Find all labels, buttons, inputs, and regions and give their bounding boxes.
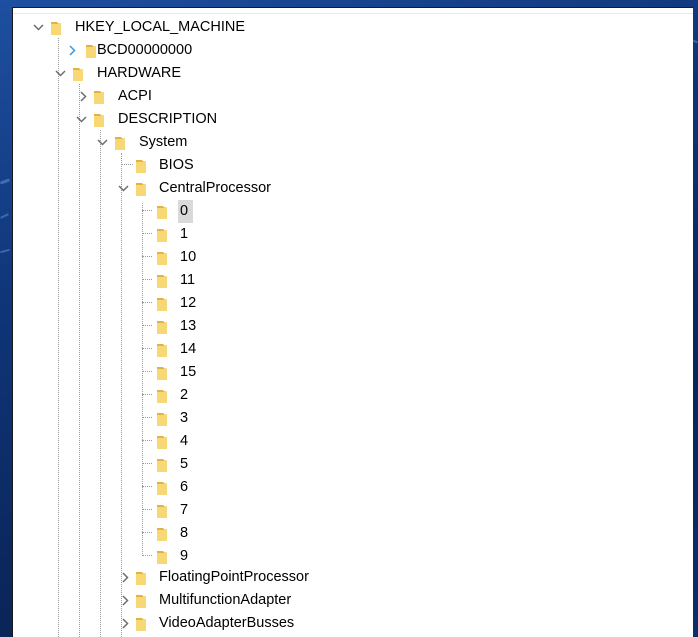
folder-icon xyxy=(157,342,173,357)
folder-icon xyxy=(157,434,173,449)
tree-node-label: 4 xyxy=(180,433,189,449)
expand-chevron-down-icon[interactable] xyxy=(31,16,45,39)
tree-node-videoadapterbusses[interactable]: VideoAdapterBusses xyxy=(13,612,693,635)
tree-node-cpu-key[interactable]: 4 xyxy=(13,430,693,453)
folder-icon xyxy=(157,549,173,564)
tree-node-cpu-key[interactable]: 2 xyxy=(13,384,693,407)
expand-chevron-right-icon[interactable] xyxy=(65,39,79,62)
registry-editor-window: HKEY_LOCAL_MACHINE BCD00000000 HARDWARE xyxy=(12,7,693,637)
tree-node-label: System xyxy=(139,134,188,150)
tree-node-label: ACPI xyxy=(118,88,152,104)
folder-icon xyxy=(94,112,110,127)
tree-node-label: 8 xyxy=(180,525,189,541)
tree-node-bios[interactable]: BIOS xyxy=(13,154,693,177)
tree-node-label: 15 xyxy=(180,364,197,380)
folder-icon xyxy=(157,296,173,311)
tree-node-label: 7 xyxy=(180,502,189,518)
folder-icon xyxy=(157,503,173,518)
tree-node-cpu-key[interactable]: 9 xyxy=(13,545,693,568)
registry-tree-view[interactable]: HKEY_LOCAL_MACHINE BCD00000000 HARDWARE xyxy=(13,8,693,637)
folder-icon xyxy=(157,388,173,403)
tree-node-label: BIOS xyxy=(159,157,194,173)
tree-node-label: 5 xyxy=(180,456,189,472)
expand-chevron-right-icon[interactable] xyxy=(118,566,132,589)
tree-node-cpu-key[interactable]: 11 xyxy=(13,269,693,292)
folder-icon xyxy=(157,319,173,334)
tree-node-floatingpointprocessor[interactable]: FloatingPointProcessor xyxy=(13,566,693,589)
tree-node-cpu-key[interactable]: 5 xyxy=(13,453,693,476)
tree-node-label: FloatingPointProcessor xyxy=(159,569,309,585)
wallpaper-streak xyxy=(0,178,11,185)
tree-node-label: 13 xyxy=(180,318,197,334)
wallpaper-streak xyxy=(0,213,10,219)
folder-icon xyxy=(136,593,152,608)
tree-node-cpu-key[interactable]: 3 xyxy=(13,407,693,430)
expand-chevron-down-icon[interactable] xyxy=(74,108,88,131)
tree-node-cpu-key[interactable]: 10 xyxy=(13,246,693,269)
folder-icon xyxy=(136,181,152,196)
tree-node-acpi[interactable]: ACPI xyxy=(13,85,693,108)
folder-icon xyxy=(157,365,173,380)
tree-node-cpu-key[interactable]: 7 xyxy=(13,499,693,522)
tree-node-multifunctionadapter[interactable]: MultifunctionAdapter xyxy=(13,589,693,612)
tree-node-label: MultifunctionAdapter xyxy=(159,592,292,608)
folder-icon xyxy=(51,20,67,35)
tree-node-label: VideoAdapterBusses xyxy=(159,615,295,631)
tree-node-label: 9 xyxy=(180,548,189,564)
folder-icon xyxy=(136,570,152,585)
tree-node-label: 11 xyxy=(180,272,196,288)
tree-node-bcd00000000[interactable]: BCD00000000 xyxy=(13,39,693,62)
tree-node-label: 14 xyxy=(180,341,197,357)
expand-chevron-down-icon[interactable] xyxy=(116,177,130,200)
tree-node-hkey-local-machine[interactable]: HKEY_LOCAL_MACHINE xyxy=(13,16,693,39)
folder-icon xyxy=(157,273,173,288)
folder-icon xyxy=(157,480,173,495)
tree-node-centralprocessor[interactable]: CentralProcessor xyxy=(13,177,693,200)
tree-node-description[interactable]: DESCRIPTION xyxy=(13,108,693,131)
tree-node-label: HKEY_LOCAL_MACHINE xyxy=(75,19,246,35)
expand-chevron-down-icon[interactable] xyxy=(95,131,109,154)
folder-icon xyxy=(157,457,173,472)
tree-node-label: 6 xyxy=(180,479,189,495)
tree-node-cpu-key[interactable]: 0 xyxy=(13,200,693,223)
expand-chevron-right-icon[interactable] xyxy=(76,85,90,108)
folder-icon xyxy=(136,616,152,631)
folder-icon xyxy=(157,411,173,426)
tree-node-system[interactable]: System xyxy=(13,131,693,154)
tree-node-label: 3 xyxy=(180,410,189,426)
tree-node-hardware[interactable]: HARDWARE xyxy=(13,62,693,85)
tree-node-cpu-key[interactable]: 13 xyxy=(13,315,693,338)
tree-node-label: BCD00000000 xyxy=(97,42,193,58)
tree-node-label: CentralProcessor xyxy=(159,180,272,196)
tree-node-cpu-key[interactable]: 6 xyxy=(13,476,693,499)
tree-node-label: 0 xyxy=(178,200,194,223)
tree-node-label: 2 xyxy=(180,387,189,403)
tree-node-cpu-key[interactable]: 12 xyxy=(13,292,693,315)
folder-icon xyxy=(94,89,110,104)
tree-node-cpu-key[interactable]: 1 xyxy=(13,223,693,246)
folder-icon xyxy=(157,526,173,541)
tree-node-label: 12 xyxy=(180,295,197,311)
folder-icon xyxy=(136,158,152,173)
folder-icon xyxy=(157,227,173,242)
folder-icon xyxy=(157,204,173,219)
folder-icon xyxy=(73,66,89,81)
expand-chevron-right-icon[interactable] xyxy=(118,589,132,612)
tree-node-label: HARDWARE xyxy=(97,65,182,81)
tree-node-label: DESCRIPTION xyxy=(118,111,218,127)
tree-node-label: 1 xyxy=(180,226,189,242)
tree-node-cpu-key[interactable]: 14 xyxy=(13,338,693,361)
folder-icon xyxy=(115,135,131,150)
tree-node-label: 10 xyxy=(180,249,197,265)
folder-icon xyxy=(157,250,173,265)
expand-chevron-right-icon[interactable] xyxy=(118,612,132,635)
wallpaper-streak xyxy=(0,248,11,254)
tree-node-cpu-key[interactable]: 15 xyxy=(13,361,693,384)
tree-node-cpu-key[interactable]: 8 xyxy=(13,522,693,545)
expand-chevron-down-icon[interactable] xyxy=(53,62,67,85)
